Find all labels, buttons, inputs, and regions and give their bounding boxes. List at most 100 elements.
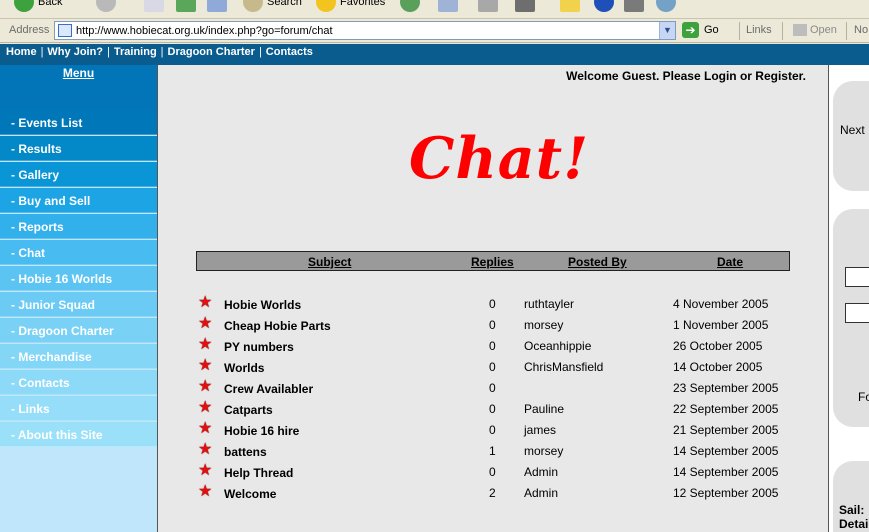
favorites-button[interactable]: Favorites [316,0,385,12]
sidebar-item-hobie-16-worlds[interactable]: - Hobie 16 Worlds [0,266,157,291]
mail-button[interactable] [478,0,502,12]
star-icon: ★ [198,357,213,374]
no-button[interactable]: No [854,24,868,36]
sidebar-item-junior-squad[interactable]: - Junior Squad [0,292,157,317]
search-icon [243,0,263,12]
star-icon: ★ [198,441,213,458]
go-button[interactable]: ➔ Go [682,22,719,38]
nav-dragoon-charter-link[interactable]: Dragoon Charter [168,46,255,58]
stop-button[interactable] [144,0,168,12]
research-button[interactable] [624,0,648,12]
back-button[interactable]: Back [14,0,62,12]
welcome-message: Welcome Guest. Please Login or Register. [566,69,806,83]
table-row: ★ Welcome 2 Admin 12 September 2005 [196,483,790,506]
sidebar-item-chat[interactable]: - Chat [0,240,157,265]
address-bar: Address http://www.hobiecat.org.uk/index… [0,19,869,43]
thread-author: ruthtayler [524,297,575,311]
thread-date: 12 September 2005 [673,486,779,500]
column-header-date[interactable]: Date [717,255,743,269]
divider [782,22,783,40]
thread-author: Oceanhippie [524,339,592,353]
open-label: Open [810,24,837,36]
divider [846,22,847,40]
forward-arrow-icon [96,0,116,12]
thread-replies: 0 [489,339,496,353]
mail-icon [478,0,498,12]
username-field[interactable] [845,267,869,287]
thread-subject-link[interactable]: Help Thread [224,466,293,480]
sidebar-menu: Menu - Events List - Results - Gallery -… [0,65,157,532]
sidebar-item-contacts[interactable]: - Contacts [0,370,157,395]
table-row: ★ Worlds 0 ChrisMansfield 14 October 2005 [196,357,790,380]
thread-subject-link[interactable]: Cheap Hobie Parts [224,319,331,333]
thread-date: 23 September 2005 [673,381,779,395]
history-icon [438,0,458,12]
sidebar-item-links[interactable]: - Links [0,396,157,421]
home-button[interactable] [207,0,231,12]
thread-replies: 0 [489,465,496,479]
sidebar-item-reports[interactable]: - Reports [0,214,157,239]
main-content: Welcome Guest. Please Login or Register.… [157,65,828,532]
thread-subject-link[interactable]: Welcome [224,487,276,501]
search-label: Search [267,0,302,8]
nav-why-join-link[interactable]: Why Join? [47,46,103,58]
sidebar-item-buy-and-sell[interactable]: - Buy and Sell [0,188,157,213]
sidebar-item-merchandise[interactable]: - Merchandise [0,344,157,369]
thread-author: Admin [524,465,559,479]
edit-button[interactable] [560,0,584,12]
refresh-icon [176,0,196,12]
messenger-button[interactable] [594,0,618,12]
thread-subject-link[interactable]: PY numbers [224,340,294,354]
star-icon: ★ [198,294,213,311]
research-icon [624,0,644,12]
table-row: ★ Crew Availabler 0 23 September 2005 [196,378,790,401]
sidebar-item-gallery[interactable]: - Gallery [0,162,157,187]
thread-subject-link[interactable]: Crew Availabler [224,382,313,396]
nav-home-link[interactable]: Home [6,46,37,58]
forgot-text[interactable]: Fo [858,390,869,404]
right-panel: Next I Fo Sail: Detai [828,65,869,532]
thread-replies: 1 [489,444,496,458]
nav-training-link[interactable]: Training [114,46,157,58]
next-text: Next I [840,123,869,137]
thread-subject-link[interactable]: Worlds [224,361,264,375]
sidebar-item-events-list[interactable]: - Events List [0,110,157,135]
thread-date: 1 November 2005 [673,318,769,332]
forward-button[interactable] [96,0,120,12]
thread-author: morsey [524,444,564,458]
media-button[interactable] [400,0,424,12]
open-button[interactable]: Open [793,24,837,36]
password-field[interactable] [845,303,869,323]
thread-subject-link[interactable]: Hobie 16 hire [224,424,299,438]
media-icon [400,0,420,12]
extra-button[interactable] [656,0,680,12]
table-row: ★ Cheap Hobie Parts 0 morsey 1 November 2005 [196,315,790,338]
favorites-label: Favorites [340,0,386,8]
thread-replies: 2 [489,486,496,500]
address-url: http://www.hobiecat.org.uk/index.php?go=… [76,25,333,37]
history-button[interactable] [438,0,462,12]
sidebar-item-about-this-site[interactable]: - About this Site [0,422,157,447]
table-row: ★ Hobie Worlds 0 ruthtayler 4 November 2005 [196,294,790,317]
thread-subject-link[interactable]: battens [224,445,267,459]
print-icon [515,0,535,12]
links-button[interactable]: Links [746,24,772,36]
chevron-down-icon[interactable]: ▼ [659,22,675,39]
address-input[interactable]: http://www.hobiecat.org.uk/index.php?go=… [54,21,676,40]
table-row: ★ Hobie 16 hire 0 james 21 September 2005 [196,420,790,443]
search-button[interactable]: Search [243,0,302,12]
column-header-replies[interactable]: Replies [471,255,514,269]
home-icon [207,0,227,12]
column-header-posted-by[interactable]: Posted By [568,255,627,269]
column-header-subject[interactable]: Subject [308,255,351,269]
sidebar-item-dragoon-charter[interactable]: - Dragoon Charter [0,318,157,343]
nav-contacts-link[interactable]: Contacts [266,46,313,58]
refresh-button[interactable] [176,0,200,12]
print-button[interactable] [515,0,539,12]
thread-subject-link[interactable]: Catparts [224,403,273,417]
go-label: Go [704,24,719,36]
open-icon [793,24,807,36]
sidebar-item-results[interactable]: - Results [0,136,157,161]
thread-subject-link[interactable]: Hobie Worlds [224,298,301,312]
page-icon [58,24,72,37]
